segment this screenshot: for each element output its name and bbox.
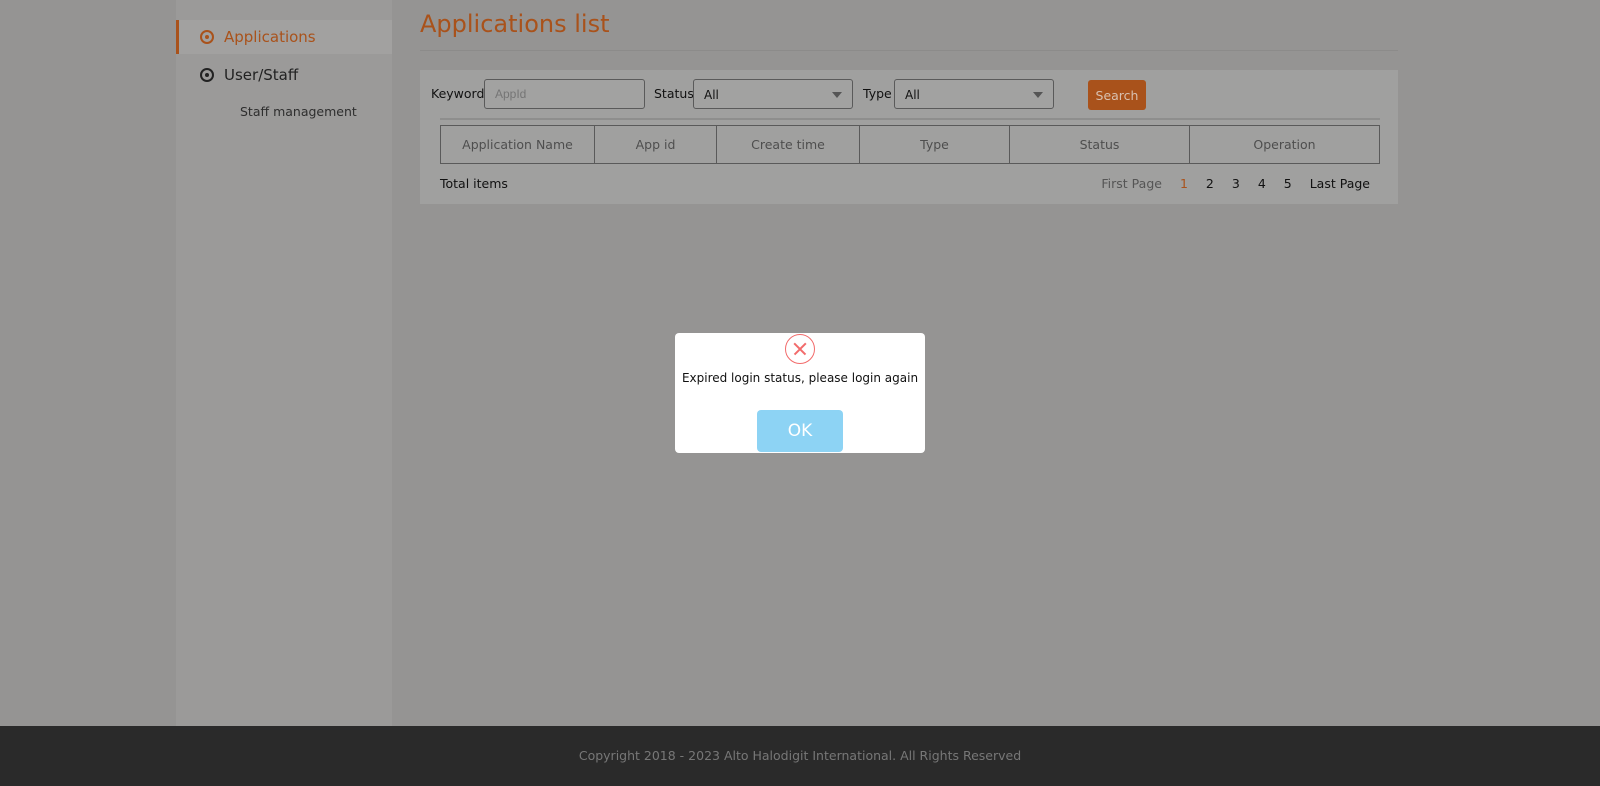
- column-header: Operation: [1189, 125, 1380, 164]
- divider: [440, 118, 1380, 120]
- page-title: Applications list: [420, 10, 610, 38]
- filter-panel: Keyword Status All Type All Search Appli…: [420, 70, 1398, 204]
- last-page-link[interactable]: Last Page: [1310, 176, 1370, 191]
- type-label: Type: [863, 86, 892, 101]
- pagination: First Page 1 2 3 4 5 Last Page: [1101, 176, 1370, 191]
- chevron-down-icon: [832, 92, 842, 103]
- page-link[interactable]: 2: [1206, 176, 1214, 191]
- first-page-link[interactable]: First Page: [1101, 176, 1162, 191]
- user-staff-icon: [200, 68, 214, 82]
- sidebar-item-staff-management[interactable]: Staff management: [240, 104, 357, 119]
- chevron-down-icon: [1033, 92, 1043, 103]
- status-value: All: [704, 88, 719, 102]
- type-value: All: [905, 88, 920, 102]
- type-select[interactable]: All: [894, 79, 1054, 109]
- footer: Copyright 2018 - 2023 Alto Halodigit Int…: [0, 726, 1600, 786]
- dialog-message: Expired login status, please login again: [681, 371, 919, 385]
- page-link[interactable]: 1: [1180, 176, 1188, 191]
- column-header: Application Name: [440, 125, 595, 164]
- sidebar-item-label: User/Staff: [224, 66, 299, 84]
- page-link[interactable]: 5: [1284, 176, 1292, 191]
- keyword-label: Keyword: [431, 86, 485, 101]
- column-header: Status: [1009, 125, 1190, 164]
- status-select[interactable]: All: [693, 79, 853, 109]
- sidebar-item-applications[interactable]: Applications: [176, 20, 392, 54]
- column-header: Create time: [716, 125, 860, 164]
- status-label: Status: [654, 86, 694, 101]
- ok-button[interactable]: OK: [757, 410, 843, 452]
- page-link[interactable]: 4: [1258, 176, 1266, 191]
- total-items: Total items: [440, 176, 508, 191]
- sidebar-item-label: Applications: [224, 28, 316, 46]
- sidebar: Applications User/Staff Staff management: [176, 0, 392, 726]
- error-dialog: Expired login status, please login again…: [675, 333, 925, 453]
- keyword-input[interactable]: [484, 79, 645, 109]
- column-header: App id: [594, 125, 717, 164]
- applications-icon: [200, 30, 214, 44]
- column-header: Type: [859, 125, 1010, 164]
- sidebar-item-user-staff[interactable]: User/Staff: [176, 58, 392, 92]
- divider: [420, 50, 1398, 51]
- page-link[interactable]: 3: [1232, 176, 1240, 191]
- applications-table: Application Name App id Create time Type…: [440, 125, 1380, 164]
- search-button[interactable]: Search: [1088, 80, 1146, 110]
- error-x-icon: [785, 334, 815, 364]
